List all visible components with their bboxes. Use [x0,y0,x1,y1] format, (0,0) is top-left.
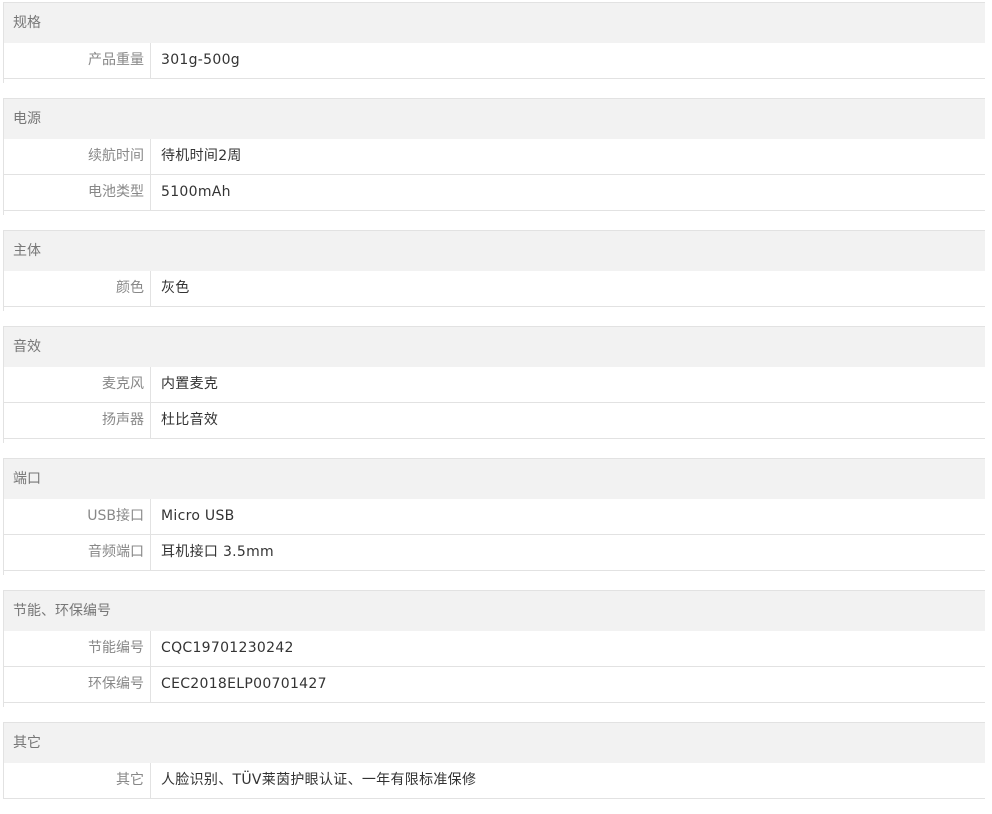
spec-label: 麦克风 [4,367,151,402]
spec-label: 颜色 [4,271,151,306]
section-title: 电源 [4,99,985,139]
section-title: 其它 [4,723,985,763]
spec-label: 扬声器 [4,403,151,438]
spec-value: Micro USB [161,508,235,524]
spec-label: USB接口 [4,499,151,534]
spec-section: 音效 麦克风 内置麦克 扬声器 杜比音效 [3,326,985,443]
spec-label: 音频端口 [4,535,151,570]
spec-row: 产品重量 301g-500g [4,43,985,79]
spec-value: 待机时间2周 [161,148,242,164]
spec-row: 音频端口 耳机接口 3.5mm [4,535,985,571]
spec-value: 灰色 [161,280,190,296]
spec-value: CEC2018ELP00701427 [161,676,327,692]
section-title: 规格 [4,3,985,43]
spec-row: 电池类型 5100mAh [4,175,985,211]
spec-row: 颜色 灰色 [4,271,985,307]
spec-row: 节能编号 CQC19701230242 [4,631,985,667]
spec-section: 电源 续航时间 待机时间2周 电池类型 5100mAh [3,98,985,215]
spec-row: 其它 人脸识别、TÜV莱茵护眼认证、一年有限标准保修 [4,763,985,799]
spec-value: 人脸识别、TÜV莱茵护眼认证、一年有限标准保修 [161,772,477,788]
spec-row: 环保编号 CEC2018ELP00701427 [4,667,985,703]
spec-label: 电池类型 [4,175,151,210]
spec-section: 主体 颜色 灰色 [3,230,985,311]
spec-table: 规格 产品重量 301g-500g 电源 续航时间 待机时间2周 电池类型 5100mAh 主体… [3,2,985,814]
spec-section: 节能、环保编号 节能编号 CQC19701230242 环保编号 CEC2018ELP0… [3,590,985,707]
spec-label: 续航时间 [4,139,151,174]
spec-section: 其它 其它 人脸识别、TÜV莱茵护眼认证、一年有限标准保修 [3,722,985,799]
section-title: 端口 [4,459,985,499]
section-title: 音效 [4,327,985,367]
section-title: 主体 [4,231,985,271]
spec-value: 内置麦克 [161,376,219,392]
spec-section: 端口 USB接口 Micro USB 音频端口 耳机接口 3.5mm [3,458,985,575]
section-title: 节能、环保编号 [4,591,985,631]
spec-value: CQC19701230242 [161,640,294,656]
spec-row: 续航时间 待机时间2周 [4,139,985,175]
spec-label: 节能编号 [4,631,151,666]
spec-row: USB接口 Micro USB [4,499,985,535]
spec-section: 规格 产品重量 301g-500g [3,2,985,83]
spec-value: 杜比音效 [161,412,219,428]
spec-label: 其它 [4,763,151,798]
spec-row: 扬声器 杜比音效 [4,403,985,439]
spec-label: 产品重量 [4,43,151,78]
spec-value: 耳机接口 3.5mm [161,544,274,560]
spec-value: 5100mAh [161,184,231,200]
spec-value: 301g-500g [161,52,240,68]
spec-label: 环保编号 [4,667,151,702]
spec-row: 麦克风 内置麦克 [4,367,985,403]
